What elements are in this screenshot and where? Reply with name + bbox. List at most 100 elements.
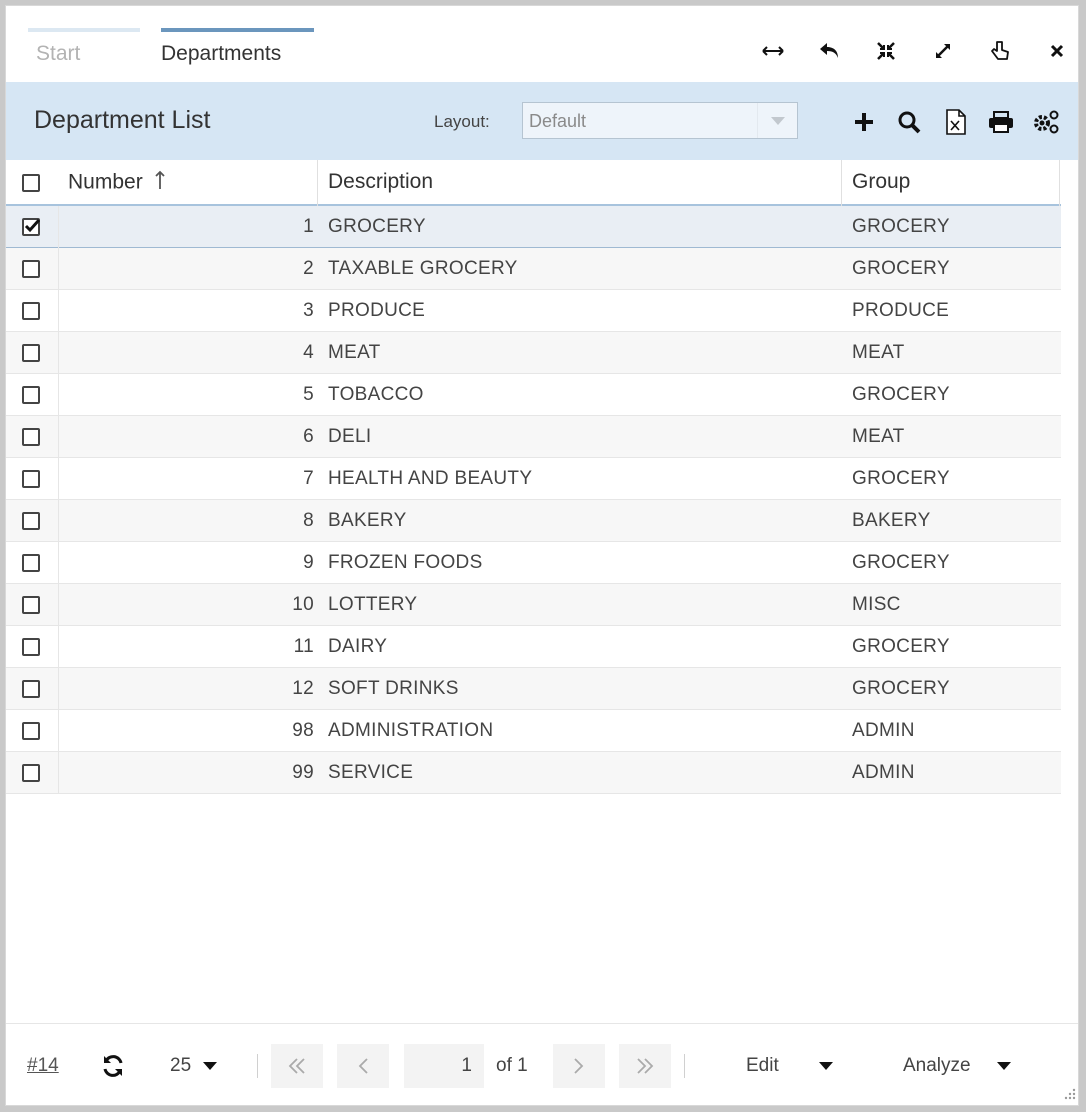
- row-group: GROCERY: [852, 636, 950, 657]
- tab-start-indicator: [28, 28, 140, 32]
- close-icon[interactable]: [1042, 36, 1072, 66]
- row-divider: [58, 668, 59, 710]
- collapse-icon[interactable]: [871, 36, 901, 66]
- row-number: 10: [292, 594, 314, 615]
- column-divider[interactable]: [317, 160, 318, 206]
- row-description: PRODUCE: [328, 300, 426, 321]
- row-description: ADMINISTRATION: [328, 720, 494, 741]
- excel-export-icon[interactable]: [940, 106, 972, 138]
- page-total-label: of 1: [496, 1055, 528, 1076]
- row-checkbox[interactable]: [22, 638, 40, 656]
- row-description: TOBACCO: [328, 384, 424, 405]
- tab-start[interactable]: Start: [28, 28, 140, 76]
- add-icon[interactable]: [848, 106, 880, 138]
- row-divider: [58, 416, 59, 458]
- column-divider[interactable]: [1059, 160, 1060, 206]
- column-divider[interactable]: [841, 160, 842, 206]
- layout-select[interactable]: Default: [522, 102, 798, 139]
- row-checkbox[interactable]: [22, 386, 40, 404]
- table-row[interactable]: 8 BAKERY BAKERY: [6, 500, 1061, 542]
- table-row[interactable]: 9 FROZEN FOODS GROCERY: [6, 542, 1061, 584]
- select-all-checkbox[interactable]: [22, 174, 40, 192]
- row-checkbox[interactable]: [22, 554, 40, 572]
- print-icon[interactable]: [985, 106, 1017, 138]
- row-description: DELI: [328, 426, 372, 447]
- resize-grip-icon[interactable]: [1064, 1087, 1076, 1105]
- row-checkbox[interactable]: [22, 722, 40, 740]
- table-row[interactable]: 4 MEAT MEAT: [6, 332, 1061, 374]
- settings-icon[interactable]: [1030, 106, 1062, 138]
- tab-departments[interactable]: Departments: [161, 28, 314, 76]
- row-checkbox[interactable]: [22, 596, 40, 614]
- table-row[interactable]: 10 LOTTERY MISC: [6, 584, 1061, 626]
- row-checkbox[interactable]: [22, 260, 40, 278]
- row-checkbox[interactable]: [22, 428, 40, 446]
- column-header-number[interactable]: Number: [68, 170, 165, 196]
- table-row[interactable]: 11 DAIRY GROCERY: [6, 626, 1061, 668]
- current-page-input[interactable]: 1: [404, 1044, 484, 1088]
- previous-page-button[interactable]: [337, 1044, 389, 1088]
- table-row[interactable]: 2 TAXABLE GROCERY GROCERY: [6, 248, 1061, 290]
- row-checkbox[interactable]: [22, 470, 40, 488]
- table-row[interactable]: 99 SERVICE ADMIN: [6, 752, 1061, 794]
- row-divider: [58, 542, 59, 584]
- row-number: 12: [292, 678, 314, 699]
- table-row[interactable]: 98 ADMINISTRATION ADMIN: [6, 710, 1061, 752]
- row-group: PRODUCE: [852, 300, 950, 321]
- first-page-button[interactable]: [271, 1044, 323, 1088]
- expand-icon[interactable]: [928, 36, 958, 66]
- row-checkbox[interactable]: [22, 512, 40, 530]
- pointer-icon[interactable]: [985, 36, 1015, 66]
- column-header-group[interactable]: Group: [852, 170, 910, 194]
- row-checkbox[interactable]: [22, 680, 40, 698]
- row-group: GROCERY: [852, 384, 950, 405]
- page-size-select[interactable]: 25: [170, 1044, 218, 1088]
- table-row[interactable]: 3 PRODUCE PRODUCE: [6, 290, 1061, 332]
- row-checkbox[interactable]: [22, 302, 40, 320]
- row-divider: [58, 206, 59, 248]
- row-description: HEALTH AND BEAUTY: [328, 468, 533, 489]
- row-divider: [58, 710, 59, 752]
- row-divider: [58, 584, 59, 626]
- row-checkbox[interactable]: [22, 218, 40, 236]
- row-divider: [58, 290, 59, 332]
- row-number: 5: [303, 384, 314, 405]
- table-row[interactable]: 12 SOFT DRINKS GROCERY: [6, 668, 1061, 710]
- edit-menu-button[interactable]: Edit: [746, 1044, 833, 1088]
- column-header-description[interactable]: Description: [328, 170, 433, 194]
- undo-icon[interactable]: [814, 36, 844, 66]
- last-page-button[interactable]: [619, 1044, 671, 1088]
- row-number: 8: [303, 510, 314, 531]
- next-page-button[interactable]: [553, 1044, 605, 1088]
- chevron-down-icon[interactable]: [757, 103, 797, 138]
- table-row[interactable]: 1 GROCERY GROCERY: [6, 206, 1061, 248]
- row-number: 2: [303, 258, 314, 279]
- list-header: Department List Layout: Default: [6, 82, 1078, 160]
- page-title: Department List: [34, 106, 211, 134]
- analyze-menu-button[interactable]: Analyze: [903, 1044, 1011, 1088]
- layout-select-value: Default: [529, 111, 587, 131]
- pager-footer: #14 25 1 of 1 Edit Analyze: [6, 1023, 1078, 1105]
- row-description: FROZEN FOODS: [328, 552, 483, 573]
- row-description: GROCERY: [328, 216, 426, 237]
- record-count-link[interactable]: #14: [27, 1044, 59, 1088]
- row-checkbox[interactable]: [22, 764, 40, 782]
- row-divider: [58, 374, 59, 416]
- table-row[interactable]: 7 HEALTH AND BEAUTY GROCERY: [6, 458, 1061, 500]
- row-checkbox[interactable]: [22, 344, 40, 362]
- table-row[interactable]: 6 DELI MEAT: [6, 416, 1061, 458]
- refresh-icon[interactable]: [98, 1044, 128, 1088]
- edit-menu-label: Edit: [746, 1055, 779, 1076]
- row-group: BAKERY: [852, 510, 931, 531]
- search-icon[interactable]: [893, 106, 925, 138]
- table-row[interactable]: 5 TOBACCO GROCERY: [6, 374, 1061, 416]
- row-divider: [58, 458, 59, 500]
- checkmark-icon: [24, 219, 40, 233]
- table-header: Number Description Group: [6, 160, 1061, 206]
- row-number: 4: [303, 342, 314, 363]
- tab-start-label: Start: [36, 42, 81, 65]
- resize-horizontal-icon[interactable]: [758, 36, 788, 66]
- row-description: BAKERY: [328, 510, 407, 531]
- row-group: GROCERY: [852, 258, 950, 279]
- row-group: MEAT: [852, 342, 905, 363]
